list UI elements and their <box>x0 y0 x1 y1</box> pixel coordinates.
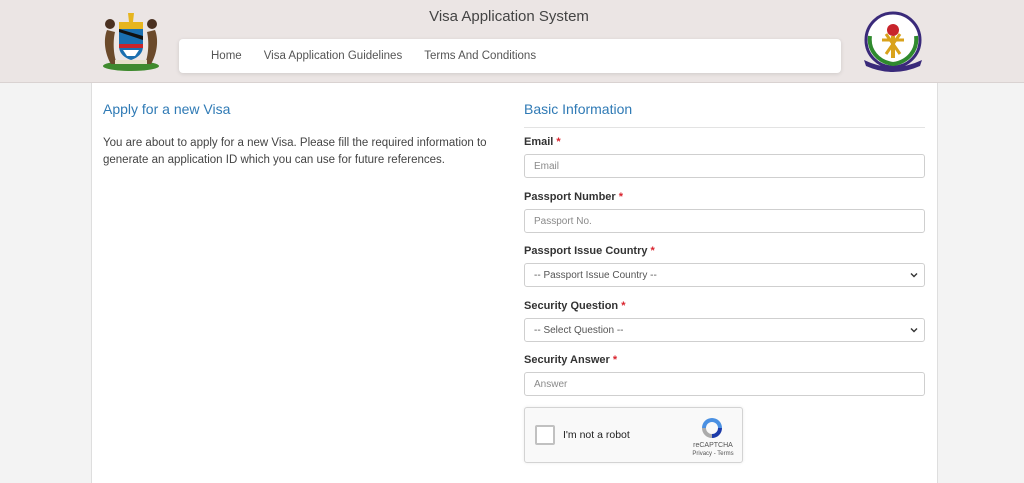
passport-number-label: Passport Number * <box>524 191 624 203</box>
recaptcha-widget: I'm not a robot reCAPTCHA Privacy - Term… <box>524 407 743 463</box>
email-field[interactable] <box>524 154 925 178</box>
recaptcha-brand: reCAPTCHA <box>693 442 733 449</box>
passport-country-select[interactable]: -- Passport Issue Country -- <box>524 263 925 287</box>
site-header: Visa Application System Home Visa Applic… <box>0 0 1024 83</box>
security-answer-label: Security Answer * <box>524 354 618 366</box>
nav-home[interactable]: Home <box>211 50 242 62</box>
main-nav: Home Visa Application Guidelines Terms A… <box>179 39 841 73</box>
main-panel: Apply for a new Visa You are about to ap… <box>91 83 938 483</box>
required-mark: * <box>612 354 618 366</box>
required-mark: * <box>618 191 624 203</box>
apply-title: Apply for a new Visa <box>103 101 231 117</box>
passport-country-label: Passport Issue Country * <box>524 245 655 257</box>
security-question-value: -- Select Question -- <box>534 324 624 336</box>
required-mark: * <box>621 300 626 312</box>
apply-description: You are about to apply for a new Visa. P… <box>103 137 487 166</box>
chevron-down-icon <box>910 328 918 333</box>
chevron-down-icon <box>910 273 918 278</box>
required-mark: * <box>650 245 655 257</box>
basic-info-title: Basic Information <box>524 101 633 117</box>
section-divider <box>524 127 925 128</box>
email-label: Email * <box>524 136 561 148</box>
security-question-select[interactable]: -- Select Question -- <box>524 318 925 342</box>
nav-terms[interactable]: Terms And Conditions <box>424 50 536 62</box>
security-question-label: Security Question * <box>524 300 626 312</box>
recaptcha-privacy-terms[interactable]: Privacy - Terms <box>685 451 741 457</box>
recaptcha-label: I'm not a robot <box>563 429 630 441</box>
required-mark: * <box>556 136 561 148</box>
passport-country-value: -- Passport Issue Country -- <box>534 269 657 281</box>
nav-visa-guidelines[interactable]: Visa Application Guidelines <box>264 50 403 62</box>
security-answer-field[interactable] <box>524 372 925 396</box>
immigration-badge-logo <box>864 11 922 72</box>
passport-number-field[interactable] <box>524 209 925 233</box>
recaptcha-checkbox[interactable] <box>535 425 555 445</box>
recaptcha-icon <box>702 418 722 438</box>
